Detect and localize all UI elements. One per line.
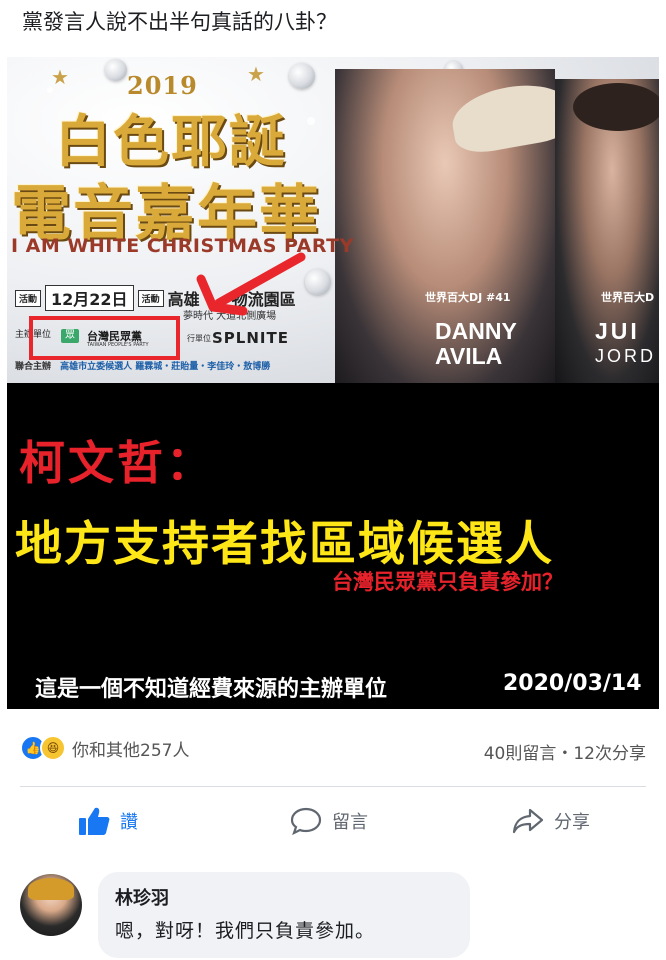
cohost-line: 聯合主辦 高雄市立委候選人 羅霖城・莊貽量・李佳玲・敖博勝 xyxy=(15,362,271,372)
comment-text: 嗯，對呀！我們只負責參加。 xyxy=(115,920,376,942)
share-icon xyxy=(512,808,544,834)
like-button[interactable]: 讚 xyxy=(78,806,138,836)
avatar-hair xyxy=(28,878,74,900)
executor-label: 行單位 xyxy=(187,334,211,343)
avatar[interactable] xyxy=(20,874,82,936)
comment-label: 留言 xyxy=(332,812,368,833)
like-label: 讚 xyxy=(120,812,138,833)
dj2-name: JUI JORD xyxy=(595,318,656,367)
executor-name: SPLNITE xyxy=(212,329,289,347)
thumbs-up-icon xyxy=(79,807,110,835)
event-date: 12月22日 xyxy=(45,285,134,311)
dj1-rank-tag: 世界百大DJ #41 xyxy=(425,291,511,304)
comment-bubble: 林珍羽 嗯，對呀！我們只負責參加。 xyxy=(98,872,470,958)
star-icon: ★ xyxy=(51,65,69,89)
haha-icon: 😆 xyxy=(40,735,66,761)
banner-question: 台灣民眾黨只負責參加？ xyxy=(332,570,563,594)
event-poster-image[interactable]: ★ ★ ★ 2019 白色耶誕 電音嘉年華 I AM WHITE CHRISTM… xyxy=(7,57,659,383)
banner-date: 2020/03/14 xyxy=(503,671,642,696)
activity-tag: 活動 xyxy=(137,289,164,307)
reaction-summary[interactable]: 👍 😆 你和其他257人 xyxy=(20,735,189,761)
comment-icon xyxy=(290,807,322,836)
star-icon: ★ xyxy=(247,62,265,86)
divider xyxy=(20,786,646,787)
dj1-name: DANNY AVILA xyxy=(435,318,517,369)
comment-button[interactable]: 留言 xyxy=(290,806,368,836)
share-button[interactable]: 分享 xyxy=(512,806,590,836)
ornament-bauble xyxy=(105,59,127,81)
banner-headline: 地方支持者找區域候選人 xyxy=(15,517,554,572)
banner-speaker: 柯文哲： xyxy=(19,436,215,490)
comment-author[interactable]: 林珍羽 xyxy=(115,884,169,910)
highlight-box xyxy=(29,316,180,360)
dj2-rank-tag: 世界百大D xyxy=(601,291,655,304)
share-label: 分享 xyxy=(554,812,590,833)
comment-share-counts[interactable]: 40則留言・12次分享 xyxy=(484,739,646,764)
activity-tag: 活動 xyxy=(15,289,42,307)
red-arrow-icon xyxy=(196,252,306,316)
snowflake xyxy=(307,117,315,125)
reaction-count-text: 你和其他257人 xyxy=(72,740,190,761)
dj-hair xyxy=(573,83,659,131)
banner-footer: 這是一個不知道經費來源的主辦單位 xyxy=(35,677,388,702)
ornament-bauble xyxy=(289,63,315,89)
post-text: 黨發言人說不出半句真話的八卦？ xyxy=(22,10,337,34)
quote-banner-image[interactable]: 柯文哲： 地方支持者找區域候選人 台灣民眾黨只負責參加？ 這是一個不知道經費來源… xyxy=(7,383,659,709)
poster-year: 2019 xyxy=(127,71,198,100)
